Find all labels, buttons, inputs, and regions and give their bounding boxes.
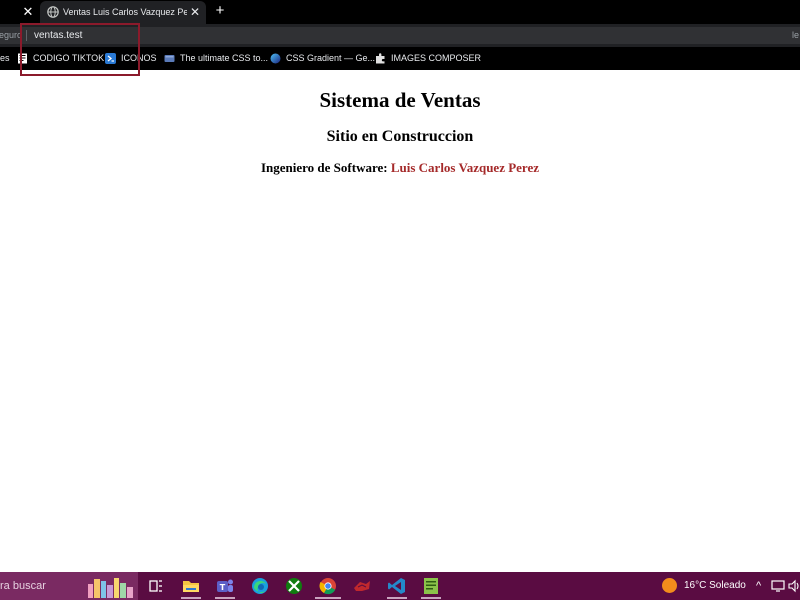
highlight-annotation (20, 23, 140, 76)
vscode-icon[interactable] (387, 576, 407, 596)
active-indicator (215, 597, 235, 599)
active-indicator (421, 597, 441, 599)
globe-icon (47, 6, 59, 18)
xbox-icon[interactable] (284, 576, 304, 596)
tab-strip: ✕ Ventas Luis Carlos Vazquez Perez ✕ + (0, 0, 800, 24)
role-label: Ingeniero de Software: (260, 160, 391, 175)
puzzle-icon (376, 53, 385, 64)
page-title: Sistema de Ventas (319, 88, 481, 112)
bookmark-css-gradient[interactable]: CSS Gradient — Ge... (270, 51, 375, 66)
tab-active[interactable]: Ventas Luis Carlos Vazquez Perez ✕ (40, 1, 206, 24)
bookmark-partial[interactable]: es (0, 52, 10, 65)
bookmark-label: IMAGES COMPOSER (391, 53, 482, 63)
taskbar: ra buscar T 16°C Soleado ^ (0, 572, 800, 600)
bookmark-label: CSS Gradient — Ge... (286, 53, 376, 63)
weather-text[interactable]: 16°C Soleado (684, 579, 746, 593)
author-line: Ingeniero de Software: Luis Carlos Vazqu… (0, 160, 800, 176)
author-name: Luis Carlos Vazquez Perez (390, 160, 540, 175)
tab-title: Ventas Luis Carlos Vazquez Perez (63, 7, 187, 17)
display-icon[interactable] (771, 579, 785, 593)
active-indicator (387, 597, 407, 599)
bookmark-label: The ultimate CSS to... (180, 53, 269, 63)
svg-text:T: T (220, 583, 226, 592)
search-highlight-icon (88, 578, 133, 598)
tray-chevron-icon[interactable]: ^ (756, 579, 761, 593)
search-placeholder: ra buscar (0, 580, 46, 592)
notepad-icon[interactable] (421, 576, 441, 596)
page-content: Sistema de Ventas Sitio en Construccion … (0, 70, 800, 572)
close-tab-icon[interactable]: ✕ (20, 4, 36, 20)
page-subtitle: Sitio en Construccion (326, 128, 474, 145)
speaker-icon[interactable] (788, 579, 800, 593)
teams-icon[interactable]: T (215, 576, 235, 596)
page-icon (164, 55, 175, 62)
active-indicator (315, 597, 341, 599)
chrome-icon[interactable] (318, 576, 338, 596)
task-view-icon[interactable] (146, 576, 166, 596)
weather-sun-icon[interactable] (662, 578, 677, 593)
gradient-icon (270, 53, 281, 64)
bookmark-images-composer[interactable]: IMAGES COMPOSER (375, 51, 481, 66)
edge-icon[interactable] (250, 576, 270, 596)
toolbar-right-label[interactable]: le (792, 29, 799, 42)
bookmark-css-tool[interactable]: The ultimate CSS to... (164, 51, 268, 66)
new-tab-button[interactable]: + (212, 3, 228, 19)
active-indicator (181, 597, 201, 599)
app-icon[interactable] (352, 576, 372, 596)
security-indicator[interactable]: eguro (0, 29, 22, 42)
close-icon[interactable]: ✕ (188, 5, 202, 19)
file-explorer-icon[interactable] (181, 576, 201, 596)
taskbar-search[interactable]: ra buscar (0, 572, 138, 600)
